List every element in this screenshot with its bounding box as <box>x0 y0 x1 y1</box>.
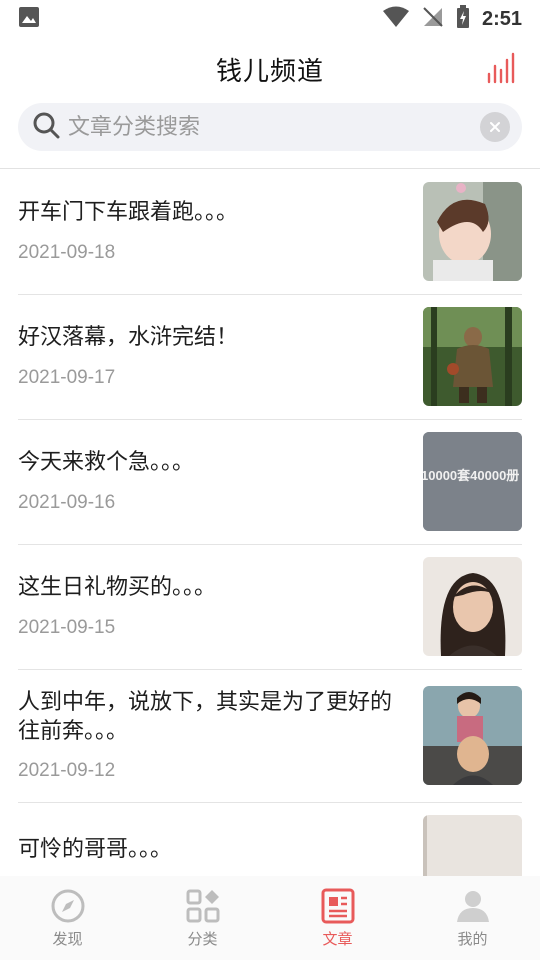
article-item[interactable]: 开车门下车跟着跑。。。 2021-09-18 <box>18 182 522 295</box>
thumbnail-text: 10000套40000册 <box>423 468 519 483</box>
list-divider <box>18 419 522 420</box>
article-item[interactable]: 可怜的哥哥。。。 <box>18 815 522 876</box>
nav-label: 发现 <box>52 930 83 948</box>
nav-discover[interactable]: 发现 <box>0 876 135 960</box>
article-date: 2021-09-18 <box>18 242 116 263</box>
search-bar <box>18 103 522 151</box>
status-bar: 2:51 <box>0 0 540 38</box>
wifi-icon <box>382 6 410 32</box>
category-grid-icon <box>186 889 219 923</box>
article-title: 开车门下车跟着跑。。。 <box>18 200 239 225</box>
close-icon <box>490 122 500 132</box>
nav-articles[interactable]: 文章 <box>270 876 405 960</box>
article-date: 2021-09-16 <box>18 492 116 513</box>
article-date: 2021-09-12 <box>18 760 116 781</box>
article-item[interactable]: 人到中年，说放下，其实是为了更好的往前奔。。。 2021-09-12 <box>18 682 522 803</box>
article-date: 2021-09-15 <box>18 617 116 638</box>
bottom-navigation: 发现 分类 文章 我的 <box>0 876 540 960</box>
clear-search-button[interactable] <box>480 112 510 142</box>
nav-label: 我的 <box>457 930 488 948</box>
list-divider <box>18 544 522 545</box>
user-icon <box>456 891 489 922</box>
bar-chart-icon <box>487 52 515 84</box>
search-icon <box>32 111 60 143</box>
article-title: 好汉落幕，水浒完结！ <box>18 325 239 350</box>
article-thumbnail <box>423 307 522 406</box>
page-title: 钱儿频道 <box>215 56 324 87</box>
list-divider <box>18 294 522 295</box>
article-thumbnail <box>423 557 522 656</box>
article-item[interactable]: 好汉落幕，水浒完结！ 2021-09-17 <box>18 307 522 420</box>
list-divider <box>18 802 522 803</box>
article-title: 今天来救个急。。。 <box>18 450 195 475</box>
nav-label: 分类 <box>187 930 218 948</box>
battery-charging-icon <box>456 5 470 33</box>
no-signal-icon <box>422 6 444 32</box>
app-header: 钱儿频道 <box>0 38 540 100</box>
article-list[interactable]: 开车门下车跟着跑。。。 2021-09-18 好汉落幕，水浒完结！ 2021-0… <box>0 169 540 876</box>
article-title: 可怜的哥哥。。。 <box>18 837 173 862</box>
nav-label: 文章 <box>322 930 353 948</box>
article-icon <box>321 888 354 924</box>
article-thumbnail: 10000套40000册 <box>423 432 522 531</box>
article-title: 这生日礼物买的。。。 <box>18 575 217 600</box>
stats-button[interactable] <box>486 52 516 86</box>
article-item[interactable]: 今天来救个急。。。 2021-09-16 10000套40000册 <box>18 432 522 545</box>
search-input[interactable] <box>68 114 480 140</box>
nav-profile[interactable]: 我的 <box>405 876 540 960</box>
list-divider <box>18 669 522 670</box>
article-date: 2021-09-17 <box>18 367 116 388</box>
article-thumbnail <box>423 815 522 876</box>
compass-icon <box>51 889 84 923</box>
gallery-notification-icon <box>18 6 40 32</box>
article-thumbnail <box>423 182 522 281</box>
article-title: 人到中年，说放下，其实是为了更好的往前奔。。。 <box>18 690 393 744</box>
article-item[interactable]: 这生日礼物买的。。。 2021-09-15 <box>18 557 522 670</box>
article-thumbnail <box>423 686 522 785</box>
nav-category[interactable]: 分类 <box>135 876 270 960</box>
clock: 2:51 <box>481 7 522 30</box>
